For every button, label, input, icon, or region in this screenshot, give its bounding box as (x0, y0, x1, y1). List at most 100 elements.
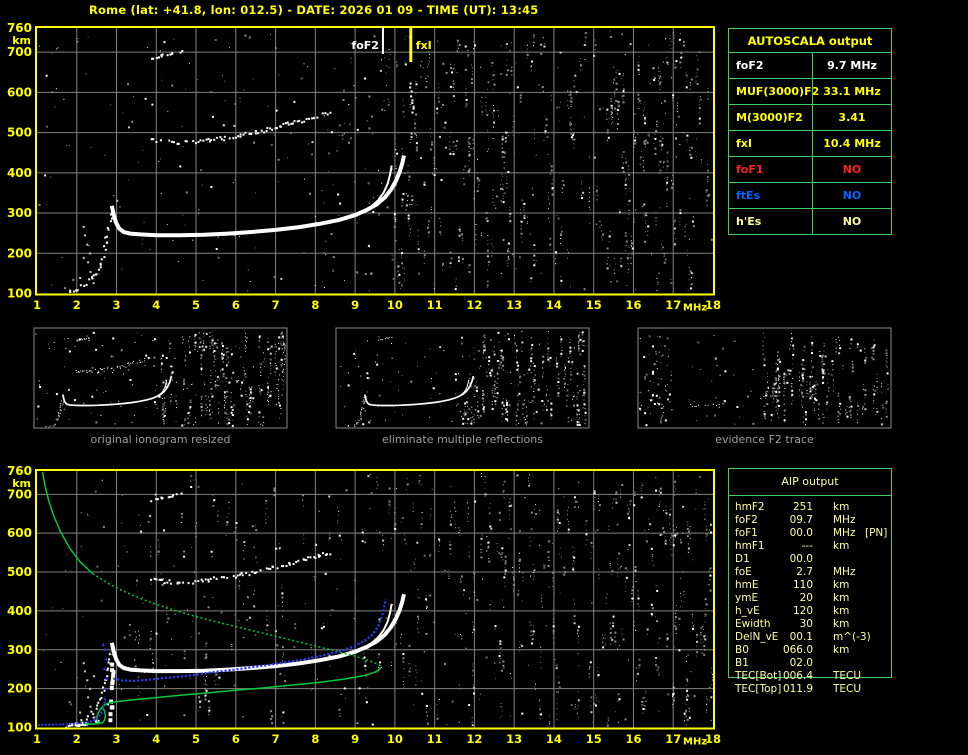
aip-output-table: AIP output hmF2 251 km foF2 09.7 MHz foF1 00.0 M… (728, 468, 892, 695)
aip-row-foF1: foF1 00.0 MHz [PN] (729, 527, 891, 540)
aip-table-rows: hmF2 251 km foF2 09.7 MHz foF1 00.0 MHz [PN] hmF1 -… (729, 496, 891, 696)
svg-text:8: 8 (311, 298, 319, 312)
svg-text:16: 16 (625, 298, 641, 312)
parameter-value: 120 (792, 605, 813, 617)
parameter-value: NO (812, 157, 891, 182)
parameter-value: --- (801, 540, 813, 552)
parameter-value: 066.0 (782, 644, 813, 656)
aip-row-B1: B1 02.0 (729, 657, 891, 670)
parameter-value: 9.7 MHz (812, 53, 891, 78)
svg-text:12: 12 (466, 732, 482, 746)
parameter-label: hmF2 (735, 501, 765, 513)
parameter-value: 09.7 (789, 514, 813, 526)
parameter-label: B0 (735, 644, 749, 656)
svg-text:9: 9 (351, 298, 359, 312)
parameter-value: 30 (799, 618, 813, 630)
svg-text:9: 9 (351, 732, 359, 746)
parameter-label: hmE (735, 579, 759, 591)
parameter-value: 33.1 MHz (812, 79, 891, 104)
svg-text:15: 15 (586, 298, 602, 312)
parameter-unit: MHz (833, 566, 856, 578)
top-ionogram-plot: foF2 fxI1 2 3 4 5 6 7 8 9 10 11 12 13 14 15 16 17 18MHz760… (7, 21, 721, 314)
svg-text:100: 100 (7, 721, 32, 735)
svg-text:760: 760 (7, 464, 32, 478)
parameter-label: ftEs (736, 189, 761, 202)
autoscala-row-foF1: foF1 NO (729, 156, 891, 182)
svg-text:3: 3 (113, 298, 121, 312)
svg-text:760: 760 (7, 21, 32, 35)
parameter-unit: TECU (833, 670, 862, 682)
parameter-label: MUF(3000)F2 (736, 85, 820, 98)
svg-text:600: 600 (7, 526, 32, 540)
parameter-value: NO (812, 209, 891, 234)
autoscala-table-title: AUTOSCALA output (747, 34, 873, 48)
svg-text:MHz: MHz (683, 737, 707, 748)
parameter-value: NO (812, 183, 891, 208)
caption-eliminate-multiples: eliminate multiple reflections (382, 433, 543, 446)
autoscala-row-MUF(3000)F2: MUF(3000)F2 33.1 MHz (729, 78, 891, 104)
parameter-value: 02.0 (789, 657, 813, 669)
parameter-unit: MHz (833, 514, 856, 526)
parameter-label: h'Es (736, 215, 762, 228)
svg-text:7: 7 (272, 298, 280, 312)
svg-text:14: 14 (546, 732, 562, 746)
svg-text:17: 17 (665, 732, 681, 746)
svg-text:4: 4 (152, 298, 160, 312)
svg-text:1: 1 (33, 732, 41, 746)
parameter-note: [PN] (865, 527, 888, 539)
svg-text:18: 18 (705, 732, 721, 746)
svg-text:600: 600 (7, 85, 32, 99)
aip-row-hmF2: hmF2 251 km (729, 501, 891, 514)
marker-label-foF2: foF2 (351, 39, 379, 52)
svg-text:6: 6 (232, 732, 240, 746)
parameter-value: 3.41 (812, 105, 891, 130)
svg-text:200: 200 (7, 682, 32, 696)
svg-text:8: 8 (311, 732, 319, 746)
caption-original-ionogram: original ionogram resized (90, 433, 231, 446)
svg-text:500: 500 (7, 565, 32, 579)
aip-row-hmF1: hmF1 --- km (729, 540, 891, 553)
parameter-unit: km (833, 618, 850, 630)
svg-text:2: 2 (73, 732, 81, 746)
svg-text:18: 18 (705, 298, 721, 312)
aip-row-D1: D1 00.0 (729, 553, 891, 566)
bottom-ionogram-plot: 1 2 3 4 5 6 7 8 9 10 11 12 13 14 15 16 17 18MHz7607006005… (7, 464, 721, 748)
parameter-value: 00.0 (789, 553, 813, 565)
aip-row-foF2: foF2 09.7 MHz (729, 514, 891, 527)
parameter-unit: km (833, 644, 850, 656)
parameter-unit: km (833, 605, 850, 617)
svg-text:500: 500 (7, 126, 32, 140)
parameter-label: D1 (735, 553, 750, 565)
svg-text:1: 1 (33, 298, 41, 312)
marker-label-fxI: fxI (416, 39, 432, 52)
autoscala-app-screen: { "title": "Rome (lat: +41.8, lon: 012.5… (0, 0, 968, 755)
parameter-unit: TECU (833, 683, 862, 695)
parameter-unit: km (833, 592, 850, 604)
svg-text:11: 11 (427, 732, 443, 746)
parameter-label: foF2 (736, 59, 764, 72)
svg-text:km: km (12, 34, 31, 47)
aip-row-DelN_vE: DelN_vE 00.1 m^(-3) (729, 631, 891, 644)
autoscala-table-rows: foF2 9.7 MHz MUF(3000)F2 33.1 MHz M(3000)F2 3… (729, 52, 891, 234)
svg-text:200: 200 (7, 246, 32, 260)
svg-text:700: 700 (7, 45, 32, 59)
parameter-label: h_vE (735, 605, 760, 617)
svg-text:13: 13 (506, 298, 522, 312)
svg-text:100: 100 (7, 287, 32, 301)
svg-text:17: 17 (665, 298, 681, 312)
parameter-value: 251 (792, 501, 813, 513)
thumb-original-ionogram (33, 327, 288, 429)
parameter-label: foF1 (735, 527, 758, 539)
parameter-label: foF2 (735, 514, 758, 526)
autoscala-row-foF2: foF2 9.7 MHz (729, 52, 891, 78)
svg-text:13: 13 (506, 732, 522, 746)
svg-text:7: 7 (272, 732, 280, 746)
aip-row-Ewidth: Ewidth 30 km (729, 618, 891, 631)
parameter-label: fxI (736, 137, 752, 150)
svg-text:5: 5 (192, 732, 200, 746)
svg-text:6: 6 (232, 298, 240, 312)
svg-text:15: 15 (586, 732, 602, 746)
parameter-value: 006.4 (782, 670, 813, 682)
svg-text:300: 300 (7, 206, 32, 220)
aip-row-TEC[Bot]: TEC[Bot] 006.4 TECU (729, 670, 891, 683)
